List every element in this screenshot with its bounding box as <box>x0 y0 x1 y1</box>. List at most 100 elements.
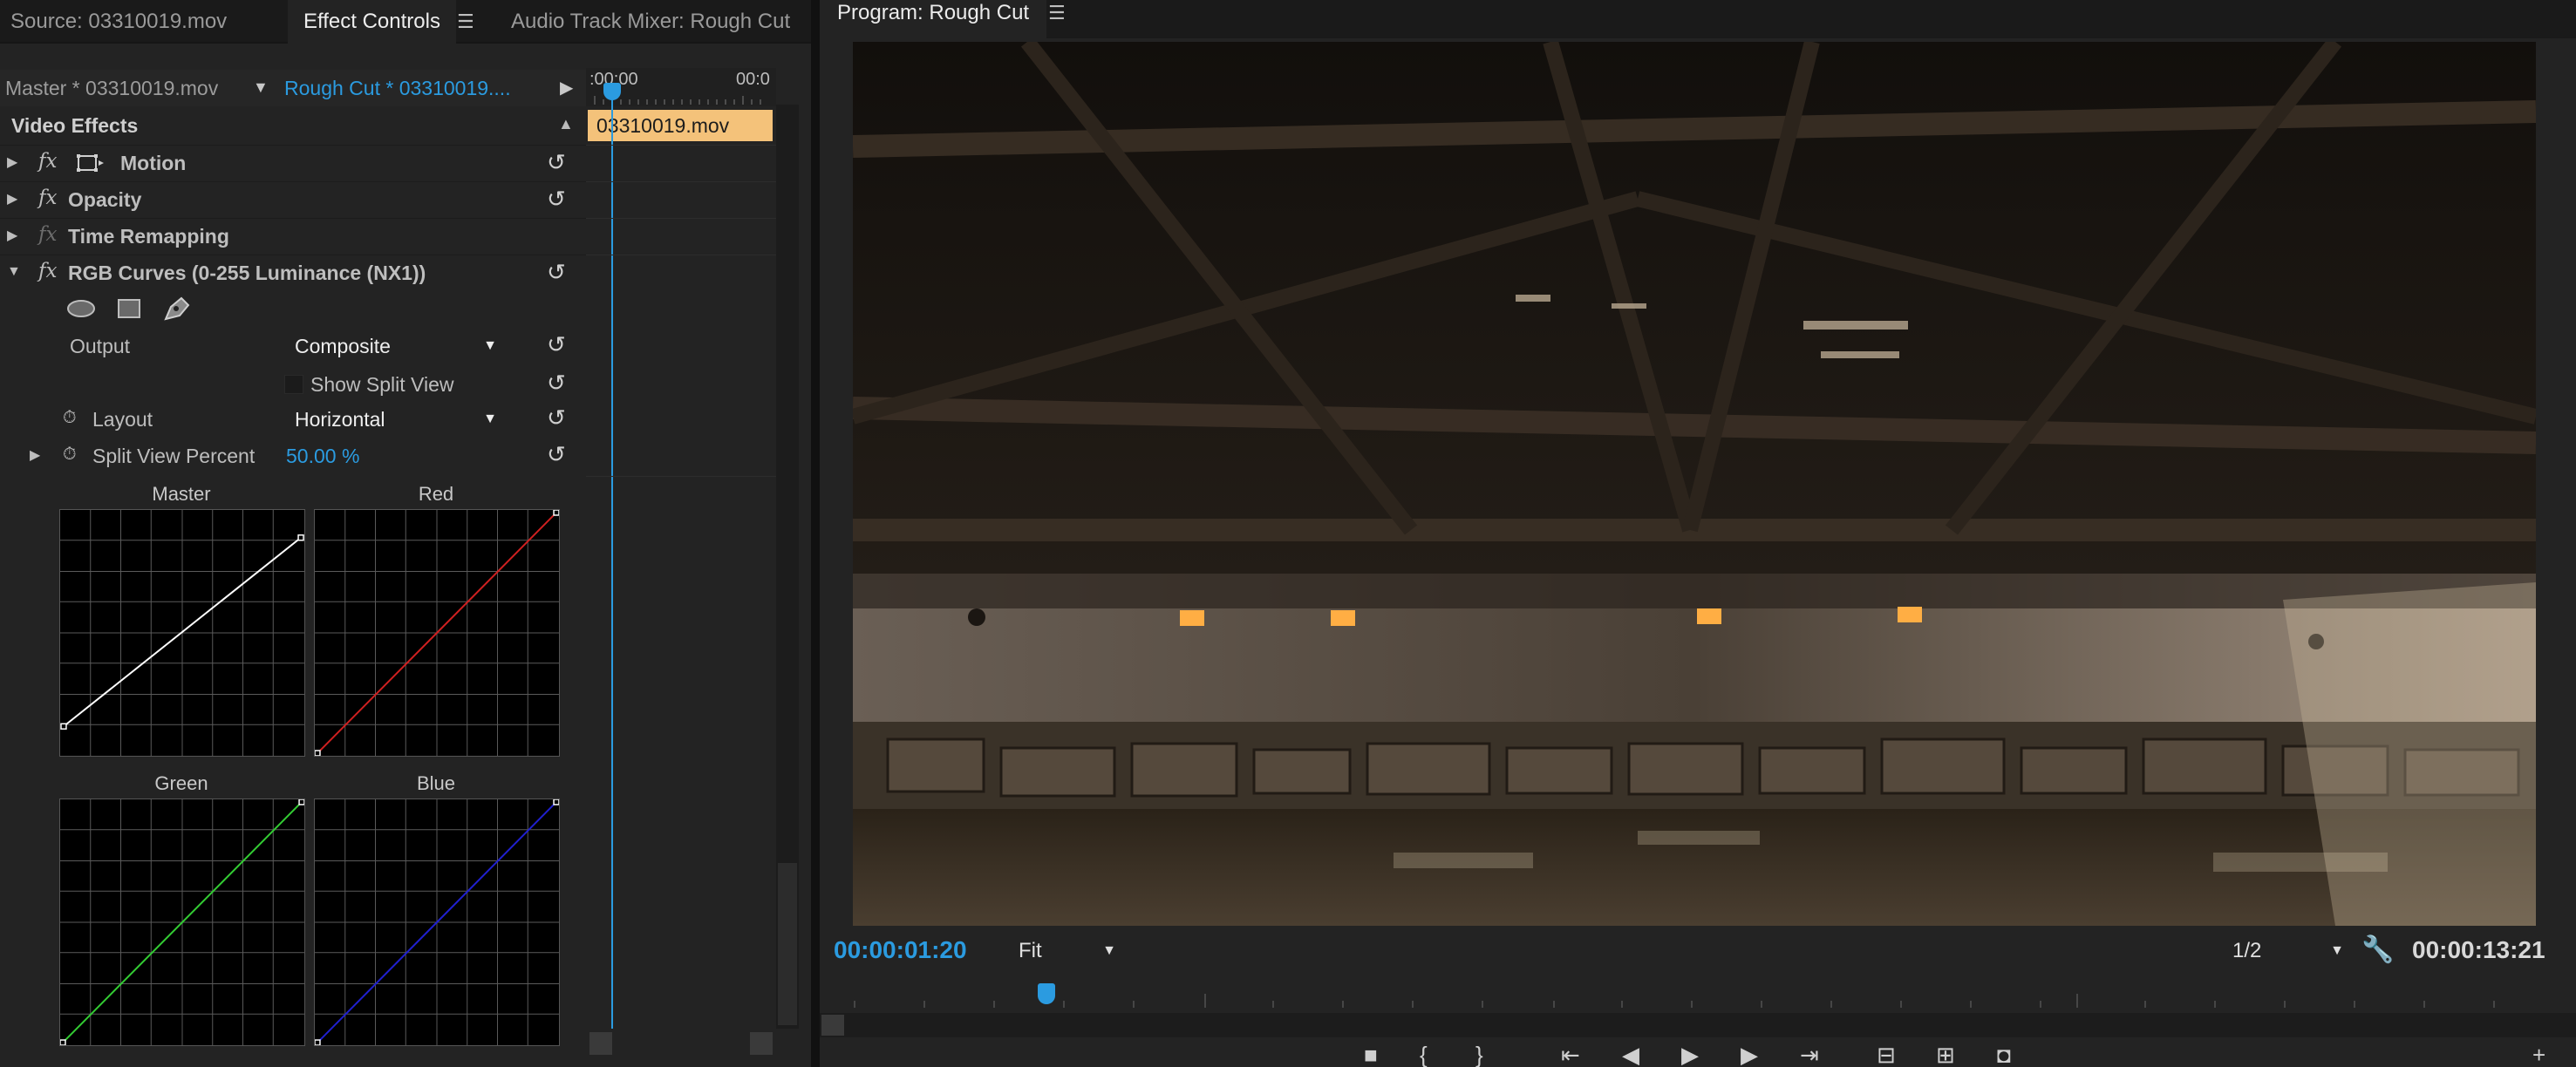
reset-icon[interactable]: ↺ <box>547 404 566 432</box>
tab-audio-track-mixer[interactable]: Audio Track Mixer: Rough Cut <box>511 0 790 44</box>
motion-transform-icon[interactable] <box>77 153 104 172</box>
dropdown-arrow-icon[interactable]: ▼ <box>483 404 497 434</box>
output-label: Output <box>70 335 131 357</box>
reset-icon[interactable]: ↺ <box>547 370 566 397</box>
reset-icon[interactable]: ↺ <box>547 331 566 358</box>
disclosure-triangle-icon[interactable]: ▶ <box>30 446 40 464</box>
fx-badge-icon[interactable]: fx <box>38 150 57 173</box>
divider <box>586 145 776 146</box>
stopwatch-icon[interactable]: ⏱ <box>63 408 77 428</box>
curve-title-blue: Blue <box>416 772 456 794</box>
fx-badge-icon: fx <box>38 223 58 246</box>
rectangle-mask-icon[interactable] <box>117 297 141 324</box>
extract-icon[interactable]: ⊞ <box>1936 1043 1955 1067</box>
wrench-icon[interactable]: 🔧 <box>2361 934 2394 965</box>
program-viewer[interactable] <box>853 42 2536 926</box>
effect-name-rgb-curves: RGB Curves (0-255 Luminance (NX1)) <box>68 262 426 284</box>
chevron-down-icon[interactable]: ▼ <box>253 78 269 97</box>
split-view-checkbox[interactable] <box>284 375 303 394</box>
go-to-out-icon[interactable]: ⇥ <box>1800 1043 1819 1067</box>
ellipse-mask-icon[interactable] <box>66 299 96 323</box>
disclosure-triangle-expanded-icon[interactable]: ▼ <box>7 264 21 280</box>
disclosure-triangle-icon[interactable]: ▶ <box>7 190 17 207</box>
panel-menu-icon[interactable]: ☰ <box>457 0 474 44</box>
play-icon[interactable]: ▶ <box>560 77 573 99</box>
timeline-zoom-left[interactable] <box>589 1032 612 1055</box>
property-row-split-view: Show Split View ↺ <box>0 366 586 403</box>
dropdown-arrow-icon[interactable]: ▼ <box>1102 934 1116 968</box>
reset-icon[interactable]: ↺ <box>547 186 566 213</box>
reset-icon[interactable]: ↺ <box>547 149 566 176</box>
mark-out-icon[interactable]: } <box>1475 1043 1483 1067</box>
effect-controls-panel: Source: 03310019.mov Effect Controls ☰ A… <box>0 0 811 1067</box>
effect-name-opacity: Opacity <box>68 188 142 211</box>
program-time-ruler[interactable] <box>820 980 2576 1015</box>
divider <box>586 218 776 219</box>
reset-icon[interactable]: ↺ <box>547 441 566 468</box>
effect-row-opacity[interactable]: ▶ fx Opacity ↺ <box>0 181 586 216</box>
camera-icon[interactable]: ◘ <box>1997 1043 2011 1067</box>
split-percent-value[interactable]: 50.00 % <box>286 445 359 468</box>
step-forward-icon[interactable]: ▶ <box>1741 1043 1758 1067</box>
timeline-zoom-right[interactable] <box>750 1032 773 1055</box>
program-scroll-thumb[interactable] <box>821 1015 844 1036</box>
effect-controls-timeline[interactable] <box>586 58 800 1067</box>
fx-badge-icon[interactable]: fx <box>38 260 57 282</box>
playback-resolution-dropdown[interactable]: 1/2 ▼ <box>2224 934 2355 968</box>
add-marker-icon[interactable]: ■ <box>1364 1043 1378 1067</box>
disclosure-triangle-icon[interactable]: ▶ <box>7 153 17 171</box>
property-row-output: Output Composite ▼ ↺ <box>0 328 586 364</box>
zoom-level-dropdown[interactable]: Fit ▼ <box>1010 934 1125 968</box>
split-percent-label: Split View Percent <box>92 445 256 467</box>
output-dropdown[interactable]: Composite ▼ <box>288 331 506 361</box>
effect-row-motion[interactable]: ▶ fx Motion ↺ <box>0 145 586 180</box>
effect-controls-playhead-line[interactable] <box>611 87 613 1029</box>
sequence-clip-label[interactable]: Rough Cut * 03310019.... <box>284 77 511 100</box>
mask-tools-row <box>0 291 586 326</box>
duration-timecode: 00:00:13:21 <box>2412 936 2545 963</box>
add-button-icon[interactable]: + <box>2532 1043 2545 1067</box>
curve-graph-green[interactable] <box>59 799 305 1046</box>
effect-name-time-remapping: Time Remapping <box>68 225 229 248</box>
effect-controls-playhead[interactable] <box>603 83 621 100</box>
dropdown-arrow-icon[interactable]: ▼ <box>483 331 497 361</box>
stopwatch-icon[interactable]: ⏱ <box>63 445 77 465</box>
video-effects-label: Video Effects <box>11 114 139 137</box>
fx-badge-icon[interactable]: fx <box>38 187 57 209</box>
divider <box>586 476 776 477</box>
program-scrollbar[interactable] <box>820 1013 2576 1037</box>
video-frame-under-bridge <box>853 42 2536 926</box>
effect-row-rgb-curves[interactable]: ▼ fx RGB Curves (0-255 Luminance (NX1)) … <box>0 255 586 289</box>
panel-menu-icon[interactable]: ☰ <box>1048 0 1066 26</box>
tab-program[interactable]: Program: Rough Cut <box>820 0 1047 38</box>
curve-title-green: Green <box>154 772 208 794</box>
clip-selector-bar: Master * 03310019.mov ▼ Rough Cut * 0331… <box>0 70 602 106</box>
pen-mask-icon[interactable] <box>162 295 192 327</box>
effect-row-time-remapping[interactable]: ▶ fx Time Remapping <box>0 218 586 253</box>
clip-bar[interactable]: 03310019.mov <box>588 110 773 141</box>
curve-graph-master[interactable] <box>59 509 305 757</box>
program-playhead[interactable] <box>1038 983 1055 1004</box>
scroll-thumb[interactable] <box>778 863 797 1025</box>
dropdown-arrow-icon[interactable]: ▼ <box>2330 934 2344 968</box>
tab-source[interactable]: Source: 03310019.mov <box>10 0 227 44</box>
curve-graph-blue[interactable] <box>314 799 560 1046</box>
disclosure-triangle-icon[interactable]: ▶ <box>7 227 17 244</box>
layout-dropdown[interactable]: Horizontal ▼ <box>288 404 506 434</box>
reset-icon[interactable]: ↺ <box>547 259 566 286</box>
curve-graph-red[interactable] <box>314 509 560 757</box>
video-effects-header: Video Effects ▲ <box>0 110 586 141</box>
lift-icon[interactable]: ⊟ <box>1877 1043 1896 1067</box>
go-to-in-icon[interactable]: ⇤ <box>1561 1043 1580 1067</box>
mark-in-icon[interactable]: { <box>1420 1043 1428 1067</box>
panel-divider[interactable] <box>811 0 820 1067</box>
tab-effect-controls[interactable]: Effect Controls <box>288 0 456 44</box>
collapse-up-icon[interactable]: ▲ <box>558 115 574 133</box>
master-clip-label[interactable]: Master * 03310019.mov <box>5 77 218 100</box>
effect-name-motion: Motion <box>120 152 187 174</box>
current-timecode[interactable]: 00:00:01:20 <box>834 936 967 964</box>
divider <box>586 181 776 182</box>
play-icon[interactable]: ▶ <box>1681 1043 1699 1067</box>
step-back-icon[interactable]: ◀ <box>1622 1043 1639 1067</box>
curve-title-red: Red <box>418 483 454 505</box>
